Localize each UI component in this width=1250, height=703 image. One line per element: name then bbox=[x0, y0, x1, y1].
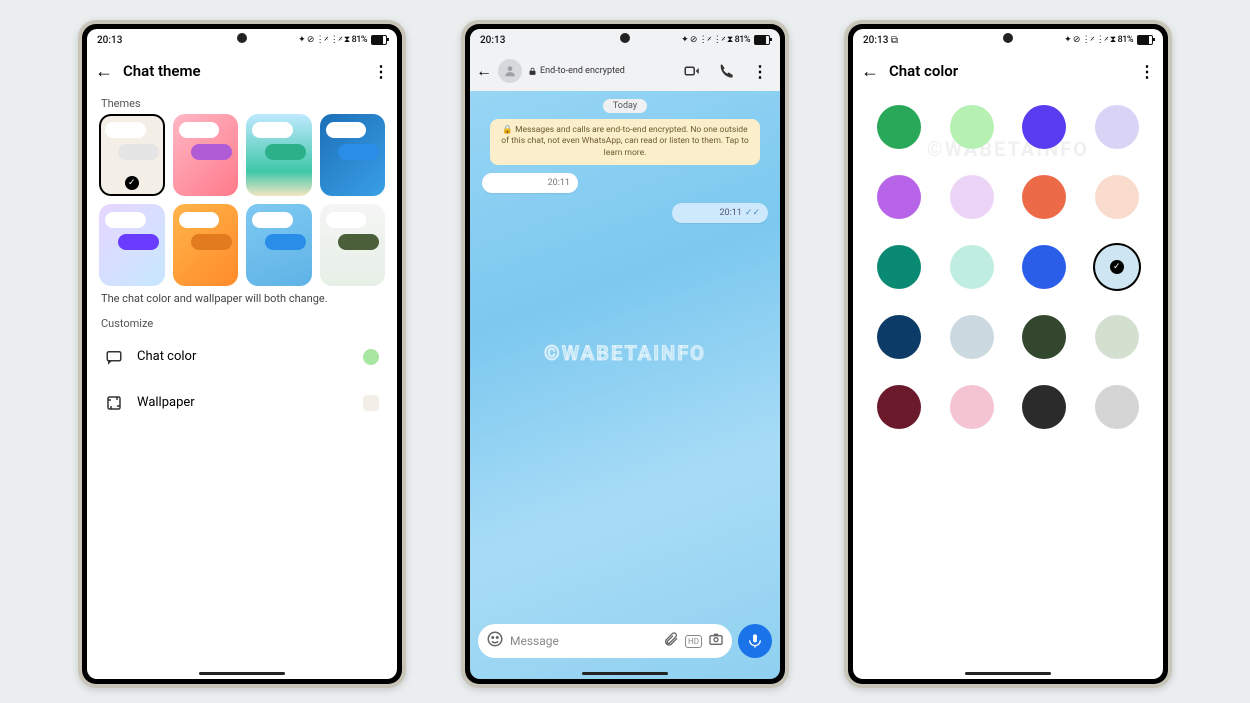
message-placeholder: Message bbox=[510, 634, 657, 648]
wallpaper-icon bbox=[105, 394, 123, 412]
section-label-customize: Customize bbox=[87, 311, 397, 334]
page-title: Chat color bbox=[889, 62, 1129, 80]
color-option-19[interactable] bbox=[1095, 385, 1139, 429]
color-option-10[interactable] bbox=[1022, 245, 1066, 289]
battery-icon bbox=[1137, 35, 1153, 45]
color-option-18[interactable] bbox=[1022, 385, 1066, 429]
nav-bar[interactable] bbox=[87, 667, 397, 679]
color-option-2[interactable] bbox=[1022, 105, 1066, 149]
chat-header: ← End-to-end encrypted ⋮ bbox=[470, 51, 780, 91]
color-option-6[interactable] bbox=[1022, 175, 1066, 219]
color-option-7[interactable] bbox=[1095, 175, 1139, 219]
voice-call-icon[interactable] bbox=[712, 63, 740, 79]
battery-icon bbox=[754, 35, 770, 45]
color-option-12[interactable] bbox=[877, 315, 921, 359]
battery-pct: 81% bbox=[352, 35, 367, 45]
theme-option-6[interactable] bbox=[246, 204, 312, 286]
camera-punch-hole bbox=[237, 33, 247, 43]
message-time: 20:11 bbox=[548, 178, 570, 188]
overflow-menu-icon[interactable]: ⋮ bbox=[746, 62, 774, 81]
battery-icon bbox=[371, 35, 387, 45]
status-indicators: ✦ ⊘ ⋮𝄎 ⋮𝄎 ⧗ bbox=[298, 35, 350, 45]
wallpaper-swatch bbox=[363, 395, 379, 411]
watermark: ©WABETAINFO bbox=[544, 341, 706, 365]
chat-color-swatch bbox=[363, 349, 379, 365]
video-call-icon[interactable] bbox=[678, 62, 706, 80]
encryption-banner[interactable]: 🔒 Messages and calls are end-to-end encr… bbox=[490, 119, 760, 165]
status-time: 20:13 bbox=[480, 35, 505, 46]
app-header: ← Chat theme ⋮ bbox=[87, 51, 397, 91]
read-ticks-icon: ✓✓ bbox=[745, 208, 760, 218]
theme-description: The chat color and wallpaper will both c… bbox=[87, 286, 397, 311]
sticker-icon[interactable] bbox=[486, 630, 504, 652]
theme-option-4[interactable] bbox=[99, 204, 165, 286]
mic-button[interactable] bbox=[738, 624, 772, 658]
theme-grid: ✓ bbox=[87, 114, 397, 286]
status-indicators: ✦ ⊘ ⋮𝄎 ⋮𝄎 ⧗ bbox=[1064, 35, 1116, 45]
phone-frame-1: 20:13 ✦ ⊘ ⋮𝄎 ⋮𝄎 ⧗ 81% ← Chat theme ⋮ The… bbox=[78, 20, 406, 688]
color-option-13[interactable] bbox=[950, 315, 994, 359]
overflow-menu-icon[interactable]: ⋮ bbox=[1139, 62, 1155, 81]
back-icon[interactable]: ← bbox=[95, 61, 113, 82]
message-time: 20:11 bbox=[719, 208, 741, 218]
color-option-0[interactable] bbox=[877, 105, 921, 149]
message-input[interactable]: Message HD bbox=[478, 624, 732, 658]
avatar[interactable] bbox=[498, 59, 522, 83]
attach-icon[interactable] bbox=[663, 631, 679, 651]
color-option-8[interactable] bbox=[877, 245, 921, 289]
theme-option-5[interactable] bbox=[173, 204, 239, 286]
theme-option-0[interactable]: ✓ bbox=[99, 114, 165, 196]
color-option-1[interactable] bbox=[950, 105, 994, 149]
color-grid: ✓ bbox=[853, 91, 1163, 443]
date-pill: Today bbox=[603, 99, 647, 113]
row-chat-color[interactable]: Chat color bbox=[87, 334, 397, 380]
battery-pct: 81% bbox=[735, 35, 750, 45]
back-icon[interactable]: ← bbox=[861, 61, 879, 82]
phone-frame-3: 20:13 ⧉ ✦ ⊘ ⋮𝄎 ⋮𝄎 ⧗ 81% ← Chat color ⋮ ©… bbox=[844, 20, 1172, 688]
compose-bar: Message HD bbox=[470, 615, 780, 667]
page-title: Chat theme bbox=[123, 62, 363, 80]
color-option-17[interactable] bbox=[950, 385, 994, 429]
theme-option-7[interactable] bbox=[320, 204, 386, 286]
chat-body[interactable]: Today 🔒 Messages and calls are end-to-en… bbox=[470, 91, 780, 615]
hd-icon[interactable]: HD bbox=[685, 635, 702, 648]
status-indicators: ✦ ⊘ ⋮𝄎 ⋮𝄎 ⧗ bbox=[681, 35, 733, 45]
nav-bar[interactable] bbox=[853, 667, 1163, 679]
battery-pct: 81% bbox=[1118, 35, 1133, 45]
status-time: 20:13 bbox=[97, 35, 122, 46]
chat-bubble-icon bbox=[105, 348, 123, 366]
theme-option-3[interactable] bbox=[320, 114, 386, 196]
row-chat-color-label: Chat color bbox=[137, 349, 349, 364]
color-option-9[interactable] bbox=[950, 245, 994, 289]
back-icon[interactable]: ← bbox=[476, 61, 492, 81]
section-label-themes: Themes bbox=[87, 91, 397, 114]
camera-icon[interactable] bbox=[708, 631, 724, 651]
row-wallpaper[interactable]: Wallpaper bbox=[87, 380, 397, 426]
color-option-11[interactable]: ✓ bbox=[1095, 245, 1139, 289]
theme-option-2[interactable] bbox=[246, 114, 312, 196]
encryption-label[interactable]: End-to-end encrypted bbox=[528, 66, 625, 76]
status-bar: 20:13 ✦ ⊘ ⋮𝄎 ⋮𝄎 ⧗ 81% bbox=[470, 29, 780, 51]
overflow-menu-icon[interactable]: ⋮ bbox=[373, 62, 389, 81]
phone-frame-2: 20:13 ✦ ⊘ ⋮𝄎 ⋮𝄎 ⧗ 81% ← End-to-end encry… bbox=[461, 20, 789, 688]
camera-punch-hole bbox=[1003, 33, 1013, 43]
status-bar: 20:13 ✦ ⊘ ⋮𝄎 ⋮𝄎 ⧗ 81% bbox=[87, 29, 397, 51]
nav-bar[interactable] bbox=[470, 667, 780, 679]
color-option-3[interactable] bbox=[1095, 105, 1139, 149]
row-wallpaper-label: Wallpaper bbox=[137, 395, 349, 410]
message-incoming[interactable]: 20:11 bbox=[482, 173, 578, 193]
app-header: ← Chat color ⋮ bbox=[853, 51, 1163, 91]
status-time: 20:13 ⧉ bbox=[863, 35, 898, 46]
camera-punch-hole bbox=[620, 33, 630, 43]
color-option-16[interactable] bbox=[877, 385, 921, 429]
color-option-15[interactable] bbox=[1095, 315, 1139, 359]
color-option-5[interactable] bbox=[950, 175, 994, 219]
status-bar: 20:13 ⧉ ✦ ⊘ ⋮𝄎 ⋮𝄎 ⧗ 81% bbox=[853, 29, 1163, 51]
message-outgoing[interactable]: 20:11 ✓✓ bbox=[672, 203, 768, 223]
color-option-4[interactable] bbox=[877, 175, 921, 219]
theme-option-1[interactable] bbox=[173, 114, 239, 196]
color-option-14[interactable] bbox=[1022, 315, 1066, 359]
